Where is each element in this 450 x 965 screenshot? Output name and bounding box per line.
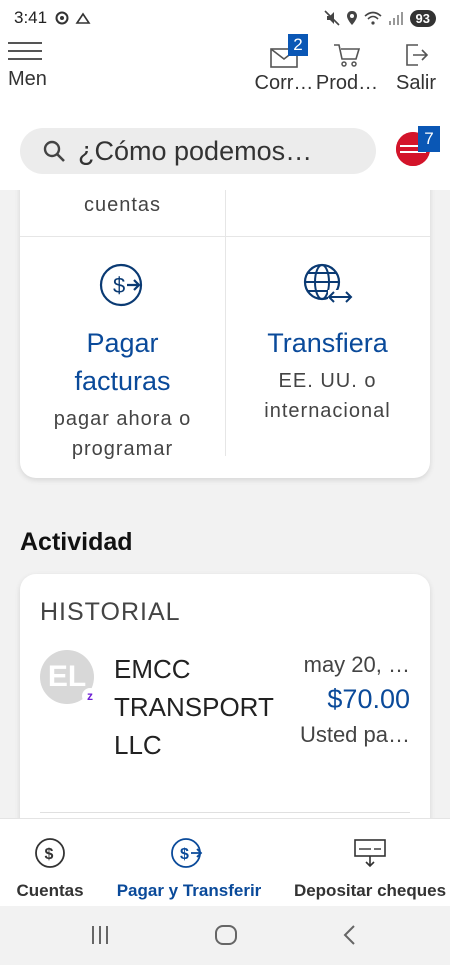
hamburger-icon [8, 40, 42, 60]
mail-badge: 2 [288, 34, 308, 56]
back-icon [343, 925, 355, 945]
search-placeholder: ¿Cómo podemos… [78, 135, 313, 166]
recent-apps-button[interactable] [90, 924, 110, 951]
pay-bills-sub-2: programar [71, 438, 174, 460]
cloud-upload-icon [75, 12, 91, 24]
nav-pay-transfer-label: Pagar y Transferir [116, 881, 262, 900]
pay-bills-title-2: facturas [74, 366, 171, 396]
notification-badge: 7 [418, 126, 440, 152]
home-icon [215, 925, 237, 945]
recent-apps-icon [92, 926, 108, 944]
transfer-sub-2: internacional [264, 400, 391, 422]
search-icon [43, 140, 65, 162]
nav-deposit-checks[interactable]: Depositar cheques [292, 837, 448, 901]
nav-accounts[interactable]: $ Cuentas [12, 837, 88, 901]
app-header: Men 2 Corr… Prod… Salir [0, 34, 450, 100]
products-label: Prod… [315, 72, 379, 94]
svg-text:$: $ [45, 846, 54, 863]
payee-line-3: LLC [114, 730, 162, 760]
bottom-nav: $ Cuentas $ Pagar y Transferir Depositar… [0, 818, 450, 906]
pay-transfer-icon: $ [171, 838, 203, 868]
logout-label: Salir [395, 72, 436, 94]
card-divider-horizontal [20, 236, 430, 237]
transaction-description: Usted pa… [299, 722, 410, 747]
back-button[interactable] [342, 924, 358, 951]
wifi-icon [364, 11, 382, 25]
activity-card: HISTORIAL EL z EMCC TRANSPORT LLC may 20… [20, 574, 430, 834]
payee-line-2: TRANSPORT [114, 692, 274, 722]
transaction-date: may 20, … [303, 652, 410, 677]
products-button[interactable]: Prod… [312, 36, 382, 95]
svg-text:$: $ [113, 273, 125, 298]
nav-accounts-label: Cuentas [16, 881, 84, 900]
logout-button[interactable]: Salir [388, 36, 444, 95]
transfer-action[interactable]: Transfiera EE. UU. o internacional [225, 262, 430, 426]
dollar-circle-icon: $ [35, 838, 65, 868]
quick-actions-card: cuentas $ Pagar facturas pagar ahora o p… [20, 172, 430, 478]
status-icons-right: 93 [323, 9, 436, 27]
svg-text:$: $ [180, 846, 189, 863]
transfer-title: Transfiera [267, 328, 388, 358]
search-row: ¿Cómo podemos… 7 [0, 100, 450, 190]
cart-icon [334, 44, 361, 67]
nav-deposit-label: Depositar cheques [293, 881, 447, 900]
menu-label: Men [8, 68, 47, 90]
pay-bills-sub-1: pagar ahora o [53, 408, 192, 430]
app-notification-icon [55, 11, 69, 25]
row-divider [40, 812, 410, 813]
system-nav-bar [0, 906, 450, 965]
transfer-sub-1: EE. UU. o [278, 370, 377, 392]
history-label: HISTORIAL [40, 598, 181, 626]
accounts-action-sub: cuentas [83, 194, 162, 216]
mute-icon [323, 10, 340, 26]
pay-bills-title-1: Pagar [86, 328, 159, 358]
zelle-icon: z [82, 688, 98, 704]
battery-level: 93 [409, 9, 436, 27]
activity-heading: Actividad [20, 528, 133, 556]
home-button[interactable] [214, 924, 238, 951]
pay-bills-icon: $ [99, 263, 142, 307]
search-input[interactable]: ¿Cómo podemos… [20, 128, 376, 174]
transaction-amount: $70.00 [327, 684, 410, 714]
status-time: 3:41 [14, 8, 48, 27]
deposit-check-icon [354, 839, 386, 868]
transaction-payee: EMCC TRANSPORT LLC [114, 650, 294, 764]
logout-icon [406, 44, 429, 66]
location-icon [346, 11, 357, 25]
status-bar: 3:41 93 [0, 0, 450, 36]
status-icons-left [55, 11, 91, 25]
menu-button[interactable]: Men [8, 40, 68, 91]
payee-line-1: EMCC [114, 654, 191, 684]
pay-bills-action[interactable]: $ Pagar facturas pagar ahora o programar [20, 262, 225, 464]
signal-icon [388, 12, 403, 25]
globe-transfer-icon [303, 263, 352, 304]
nav-pay-transfer[interactable]: $ Pagar y Transferir [112, 837, 266, 901]
